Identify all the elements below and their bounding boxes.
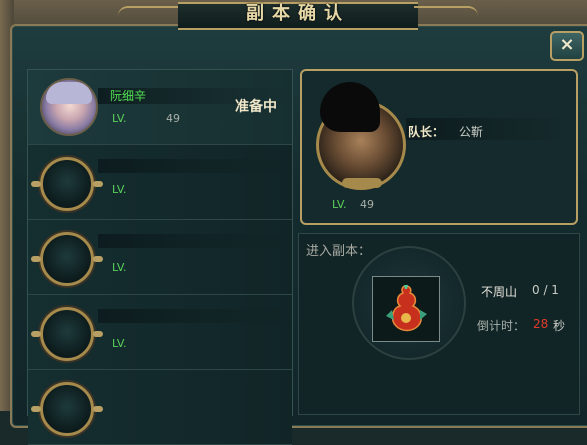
close-button[interactable]: × [550, 31, 584, 61]
member-name: 阮细辛 [110, 89, 147, 103]
leader-hair [320, 82, 380, 132]
member-slot-1[interactable]: 阮细辛 LV. 49 准备中 [28, 70, 292, 145]
empty-avatar-ring [31, 382, 103, 436]
avatar-hair [46, 82, 92, 104]
title-wing-right [414, 6, 478, 24]
member-slot-5[interactable] [28, 370, 292, 445]
ring-knob-right [93, 331, 103, 337]
title-wing-left [118, 6, 182, 24]
close-icon: × [559, 34, 575, 55]
ring-knob-left [31, 406, 41, 412]
empty-avatar-ring [31, 307, 103, 361]
name-bar [98, 309, 283, 323]
leader-portrait [316, 82, 406, 190]
leader-level-label: LV. [332, 198, 347, 211]
countdown-label: 倒计时： [477, 319, 526, 333]
gourd-icon [386, 285, 427, 332]
ring-knob-left [31, 331, 41, 337]
level-label: LV. [112, 112, 127, 125]
dungeon-count: 0 / 1 [532, 283, 559, 297]
member-slot-2[interactable]: LV. [28, 145, 292, 220]
ring-knob-right [93, 181, 103, 187]
captain-label: 队长： [408, 125, 445, 139]
level-label: LV. [112, 261, 127, 274]
leader-ornament [342, 178, 382, 188]
title-plate: 副本确认 [118, 0, 478, 30]
level-value: 49 [166, 112, 180, 125]
member-slot-4[interactable]: LV. [28, 295, 292, 370]
ring-knob-left [31, 181, 41, 187]
empty-avatar-ring [31, 157, 103, 211]
name-bar [98, 234, 283, 248]
level-label: LV. [112, 337, 127, 350]
captain-name: 公靳 [459, 125, 484, 139]
member-list: 阮细辛 LV. 49 准备中 LV. LV. LV. [27, 69, 293, 445]
name-bar [98, 159, 283, 173]
ring-knob-right [93, 256, 103, 262]
dungeon-name: 不周山 [481, 285, 518, 299]
member-slot-3[interactable]: LV. [28, 220, 292, 295]
countdown-unit: 秒 [553, 319, 566, 333]
ring-knob-right [93, 406, 103, 412]
window-title: 副本确认 [246, 3, 350, 24]
ready-status: 准备中 [235, 99, 277, 115]
member-avatar [40, 78, 98, 136]
ring-knob-left [31, 256, 41, 262]
level-label: LV. [112, 183, 127, 196]
enter-dungeon-label: 进入副本： [306, 244, 372, 259]
leader-level-value: 49 [360, 198, 374, 211]
empty-avatar-ring [31, 232, 103, 286]
countdown-value: 28 [533, 317, 549, 331]
